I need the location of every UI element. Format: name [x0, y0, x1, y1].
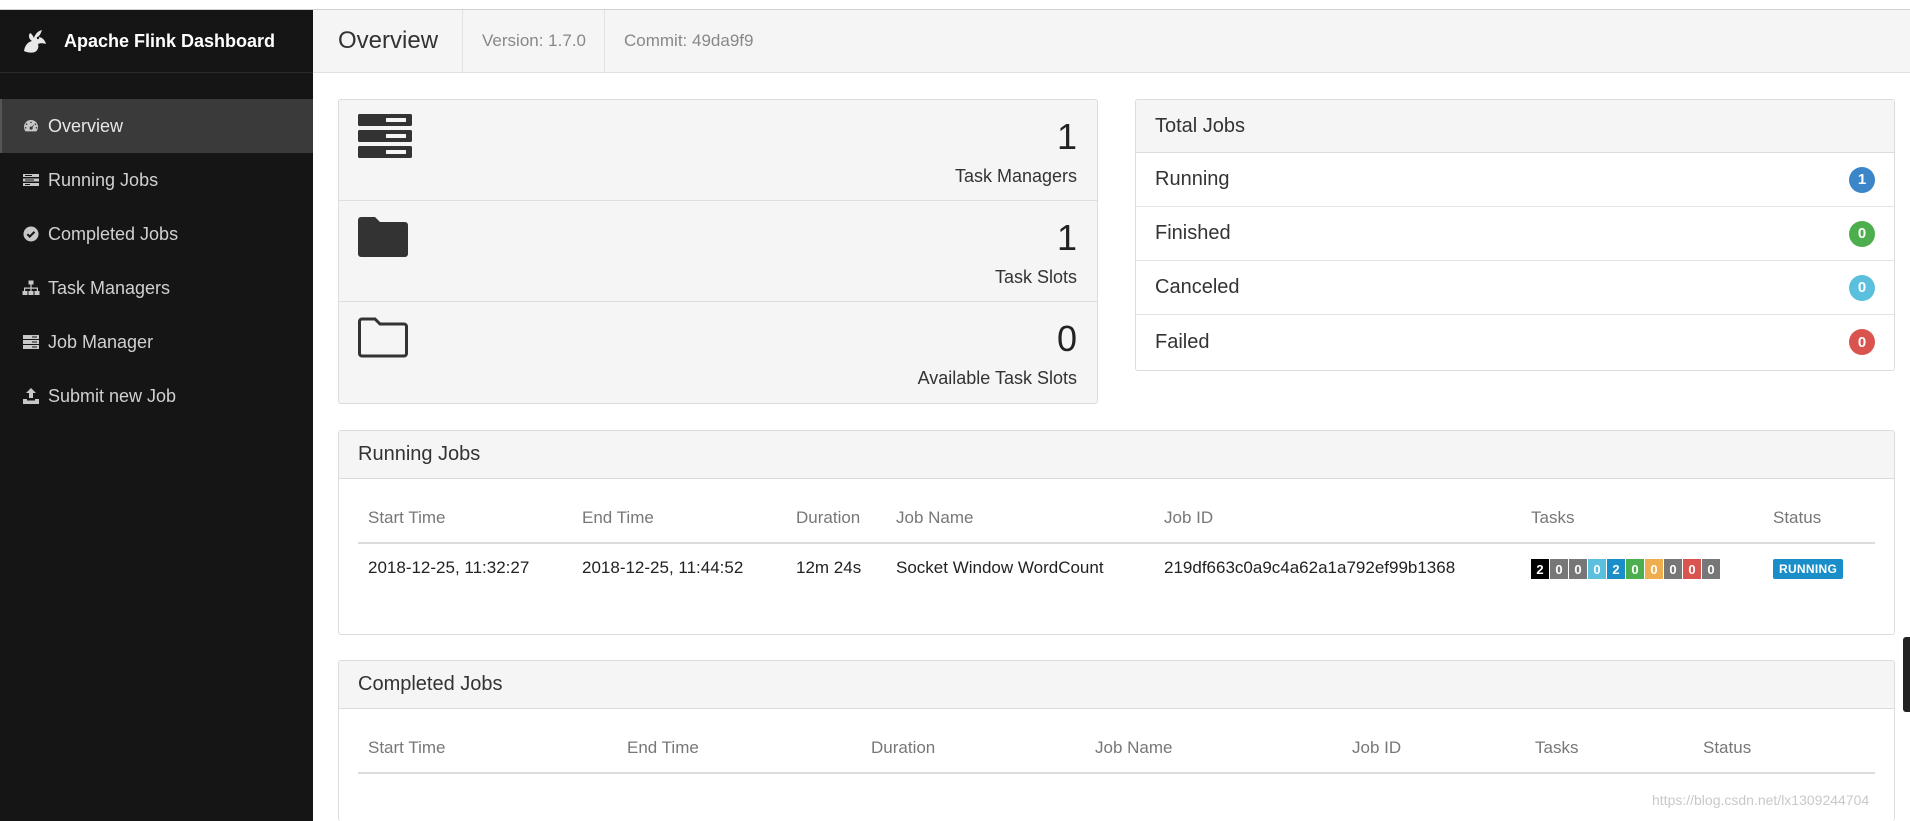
- sidebar-item-label: Job Manager: [48, 331, 154, 352]
- cluster-stats-panel: 1 Task Managers 1 Task Slots 0 Available…: [338, 99, 1098, 404]
- column-header[interactable]: Job Name: [1095, 738, 1172, 758]
- row-label: Canceled: [1155, 276, 1240, 298]
- table-row[interactable]: 2018-12-25, 11:32:27 2018-12-25, 11:44:5…: [358, 544, 1875, 592]
- running-jobs-table: Start Time End Time Duration Job Name Jo…: [358, 479, 1875, 592]
- server-icon: [23, 335, 39, 349]
- task-counter: 2: [1531, 559, 1549, 579]
- cell-duration: 12m 24s: [796, 558, 862, 577]
- sidebar-item-label: Overview: [48, 115, 124, 136]
- completed-jobs-table: Start Time End Time Duration Job Name Jo…: [358, 709, 1875, 774]
- column-header[interactable]: Status: [1703, 738, 1751, 758]
- stat-task-managers: 1 Task Managers: [339, 100, 1097, 201]
- stat-label: Task Managers: [954, 166, 1077, 186]
- task-counter: 0: [1626, 559, 1644, 579]
- cell-end-time: 2018-12-25, 11:44:52: [582, 558, 744, 577]
- brand[interactable]: Apache Flink Dashboard: [0, 10, 313, 73]
- column-header[interactable]: Start Time: [368, 738, 445, 758]
- watermark: https://blog.csdn.net/lx1309244704: [1652, 792, 1870, 808]
- status-badge: RUNNING: [1773, 559, 1844, 579]
- column-header[interactable]: End Time: [582, 508, 654, 528]
- tasks-icon: [23, 174, 39, 186]
- table-header: Start Time End Time Duration Job Name Jo…: [358, 479, 1875, 544]
- page-title: Overview: [313, 10, 464, 72]
- row-label: Running: [1155, 168, 1230, 190]
- task-counter: 0: [1664, 559, 1682, 579]
- cell-start-time: 2018-12-25, 11:32:27: [368, 558, 530, 577]
- task-counter: 0: [1569, 559, 1587, 579]
- column-header[interactable]: Tasks: [1535, 738, 1578, 758]
- count-badge: 0: [1849, 329, 1875, 355]
- stat-label: Task Slots: [994, 267, 1077, 287]
- scrollbar-thumb[interactable]: [1903, 637, 1910, 712]
- panel-title: Running Jobs: [339, 431, 1894, 479]
- count-badge: 0: [1849, 220, 1875, 247]
- total-jobs-failed: Failed 0: [1136, 315, 1894, 369]
- panel-title: Total Jobs: [1136, 100, 1894, 153]
- column-header[interactable]: Duration: [796, 508, 860, 528]
- stat-value: 1: [1056, 217, 1077, 258]
- table-header: Start Time End Time Duration Job Name Jo…: [358, 709, 1875, 774]
- total-jobs-finished: Finished 0: [1136, 207, 1894, 261]
- row-label: Finished: [1155, 222, 1231, 244]
- column-header[interactable]: Duration: [871, 738, 935, 758]
- stat-value: 1: [1056, 116, 1077, 157]
- folder-icon: [358, 217, 408, 257]
- server-stack-icon: [358, 114, 412, 158]
- sidebar-item-running-jobs[interactable]: Running Jobs: [0, 153, 313, 207]
- commit-label: Commit: 49da9f9: [624, 31, 754, 50]
- stat-available-task-slots: 0 Available Task Slots: [339, 302, 1097, 403]
- task-counter: 0: [1645, 559, 1663, 579]
- check-circle-icon: [23, 226, 39, 242]
- task-counter: 0: [1702, 559, 1720, 579]
- column-header[interactable]: Job ID: [1352, 738, 1401, 758]
- sidebar-item-task-managers[interactable]: Task Managers: [0, 261, 313, 315]
- sidebar: Apache Flink Dashboard Overview Running …: [0, 10, 313, 821]
- cell-job-id: 219df663c0a9c4a62a1a792ef99b1368: [1164, 558, 1456, 577]
- sidebar-item-job-manager[interactable]: Job Manager: [0, 315, 313, 369]
- panel-title: Completed Jobs: [339, 661, 1894, 709]
- stat-task-slots: 1 Task Slots: [339, 201, 1097, 302]
- task-counter: 2: [1607, 559, 1625, 579]
- total-jobs-running: Running 1: [1136, 153, 1894, 207]
- column-header[interactable]: Job Name: [896, 508, 973, 528]
- sidebar-nav: Overview Running Jobs Completed Jobs Tas…: [0, 99, 313, 423]
- top-border: [0, 0, 1910, 10]
- dashboard-icon: [24, 120, 38, 132]
- folder-open-icon: [358, 317, 408, 358]
- column-header[interactable]: Tasks: [1531, 508, 1574, 528]
- upload-icon: [23, 388, 39, 404]
- running-jobs-panel: Running Jobs Start Time End Time Duratio…: [338, 430, 1895, 635]
- task-counter: 0: [1683, 559, 1701, 579]
- sitemap-icon: [22, 280, 40, 295]
- sidebar-item-label: Running Jobs: [48, 169, 159, 190]
- total-jobs-canceled: Canceled 0: [1136, 261, 1894, 315]
- sidebar-item-label: Task Managers: [48, 277, 171, 298]
- total-jobs-panel: Total Jobs Running 1 Finished 0 Canceled…: [1135, 99, 1895, 371]
- app-title: Apache Flink Dashboard: [64, 30, 276, 51]
- row-label: Failed: [1155, 330, 1210, 353]
- column-header[interactable]: Status: [1773, 508, 1821, 528]
- stat-value: 0: [1056, 318, 1077, 359]
- stat-label: Available Task Slots: [917, 368, 1077, 388]
- flink-squirrel-logo: [24, 30, 46, 53]
- count-badge: 1: [1849, 166, 1875, 193]
- task-counter: 0: [1550, 559, 1568, 579]
- page-header: Overview Version: 1.7.0 Commit: 49da9f9: [313, 10, 1910, 73]
- column-header[interactable]: Start Time: [368, 508, 445, 528]
- version-label: Version: 1.7.0: [463, 10, 605, 72]
- count-badge: 0: [1849, 274, 1875, 301]
- sidebar-item-label: Completed Jobs: [48, 223, 179, 244]
- task-counter: 0: [1588, 559, 1606, 579]
- sidebar-item-submit-new-job[interactable]: Submit new Job: [0, 369, 313, 423]
- sidebar-item-overview[interactable]: Overview: [0, 99, 313, 153]
- sidebar-item-completed-jobs[interactable]: Completed Jobs: [0, 207, 313, 261]
- column-header[interactable]: End Time: [627, 738, 699, 758]
- cell-job-name: Socket Window WordCount: [896, 558, 1104, 577]
- column-header[interactable]: Job ID: [1164, 508, 1213, 528]
- task-status-counters: 2000200000: [1531, 559, 1720, 579]
- sidebar-item-label: Submit new Job: [48, 385, 177, 406]
